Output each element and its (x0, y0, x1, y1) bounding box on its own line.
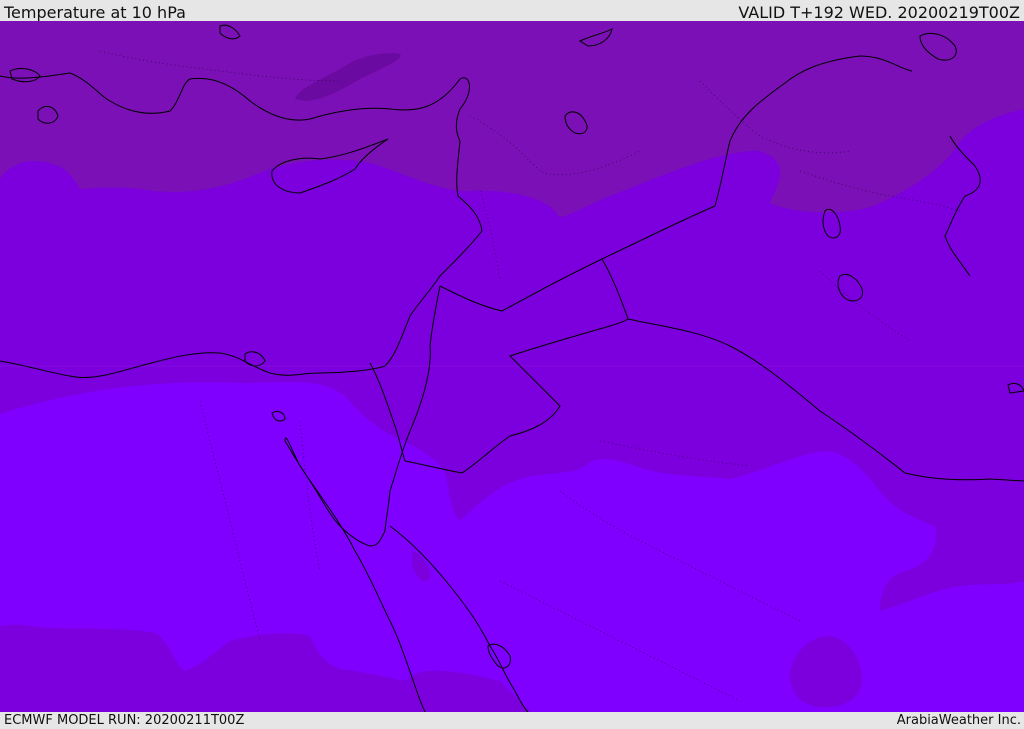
header-bar: Temperature at 10 hPa VALID T+192 WED. 2… (0, 0, 1024, 22)
temperature-map (0, 21, 1024, 712)
footer-bar: ECMWF MODEL RUN: 20200211T00Z ArabiaWeat… (0, 712, 1024, 729)
valid-time-label: VALID T+192 WED. 20200219T00Z (738, 3, 1020, 22)
map-frame: Temperature at 10 hPa VALID T+192 WED. 2… (0, 0, 1024, 729)
credit-label: ArabiaWeather Inc. (896, 713, 1021, 728)
map-canvas[interactable] (0, 21, 1024, 712)
model-run-label: ECMWF MODEL RUN: 20200211T00Z (4, 713, 245, 728)
band-cold-north (0, 21, 1024, 217)
map-title: Temperature at 10 hPa (4, 3, 186, 22)
